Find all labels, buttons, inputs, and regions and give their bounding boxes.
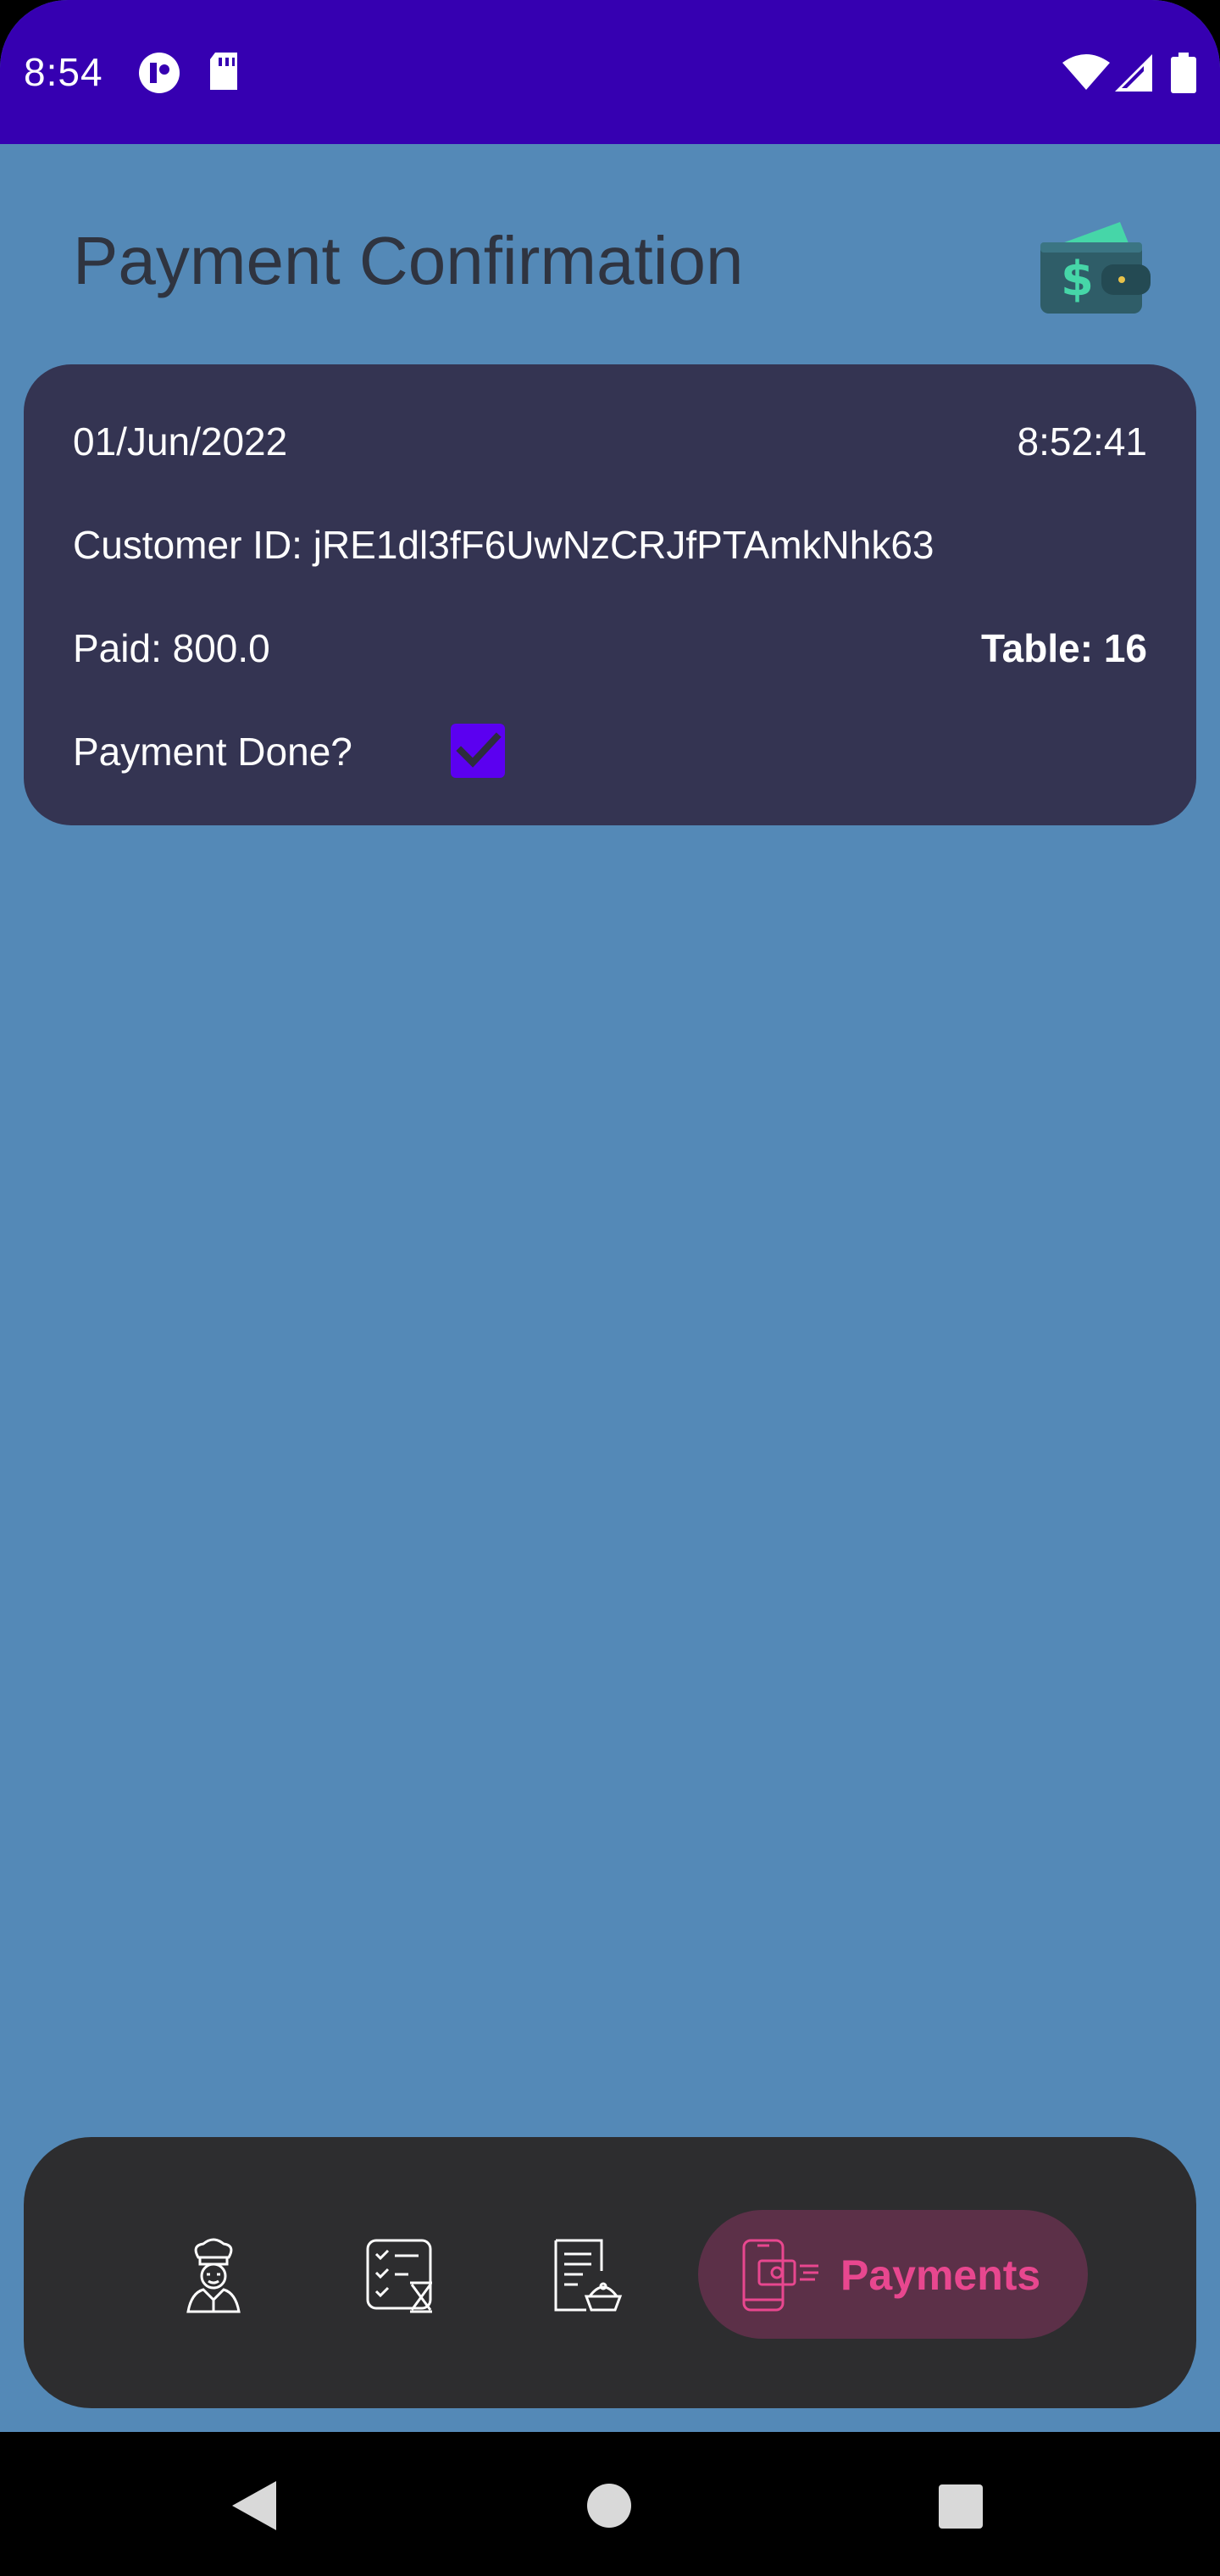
back-icon[interactable] xyxy=(232,2481,276,2534)
payment-done-label: Payment Done? xyxy=(73,730,352,774)
chef-icon[interactable] xyxy=(178,2237,249,2318)
nav-item-payments[interactable]: Payments xyxy=(698,2210,1088,2339)
sd-card-icon xyxy=(207,51,241,96)
recents-icon[interactable] xyxy=(939,2484,983,2533)
payment-done-checkbox[interactable] xyxy=(451,724,505,778)
payment-date: 01/Jun/2022 xyxy=(73,419,288,464)
customer-id: Customer ID: jRE1dl3fF6UwNzCRJfPTAmkNhk6… xyxy=(73,523,934,567)
payment-time: 8:52:41 xyxy=(1017,419,1147,464)
paid-amount: Paid: 800.0 xyxy=(73,626,270,670)
checkmark-icon xyxy=(456,732,502,768)
page-title: Payment Confirmation xyxy=(73,223,744,298)
table-number: Table: 16 xyxy=(981,626,1147,670)
status-bar: 8:54 xyxy=(0,0,1220,144)
wifi-icon xyxy=(1062,54,1110,94)
signal-icon xyxy=(1115,54,1152,96)
mobile-payment-icon xyxy=(740,2239,822,2316)
battery-icon xyxy=(1171,53,1196,97)
payment-card: 01/Jun/2022 8:52:41 Customer ID: jRE1dl3… xyxy=(24,364,1196,825)
menu-document-icon[interactable] xyxy=(552,2237,624,2318)
status-time: 8:54 xyxy=(24,50,103,94)
system-navigation-bar xyxy=(0,2432,1220,2576)
home-icon[interactable] xyxy=(586,2483,632,2533)
wallet-icon: $ xyxy=(1039,217,1151,319)
app-notification-icon xyxy=(137,51,181,99)
nav-item-payments-label: Payments xyxy=(840,2251,1041,2299)
screen: 8:54 Payment Confirmation $ 01/Jun/2022 … xyxy=(0,0,1220,2576)
bottom-navigation: Payments xyxy=(24,2137,1196,2408)
svg-text:$: $ xyxy=(1061,252,1094,307)
checklist-hourglass-icon[interactable] xyxy=(364,2237,439,2318)
